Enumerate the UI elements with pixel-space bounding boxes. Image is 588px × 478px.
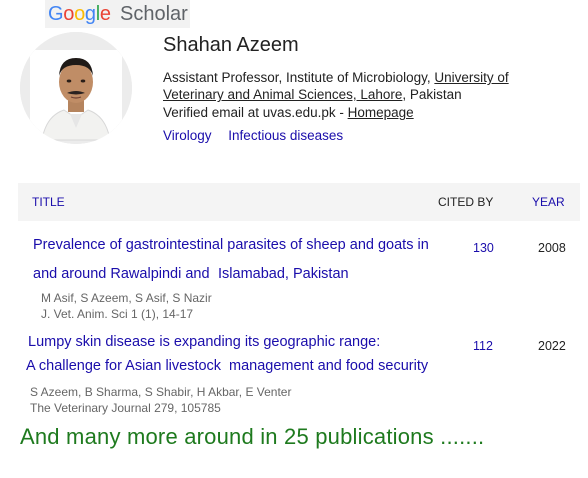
publications-table-header: TITLE CITED BY YEAR xyxy=(18,183,580,221)
publication-journal: J. Vet. Anim. Sci 1 (1), 14-17 xyxy=(41,307,194,321)
affiliation-text: Assistant Professor, Institute of Microb… xyxy=(163,70,435,85)
google-scholar-logo[interactable]: Google Scholar xyxy=(45,0,190,28)
verified-email-text: Verified email at uvas.edu.pk - xyxy=(163,105,348,120)
person-photo-icon xyxy=(20,32,132,144)
logo-letter: G xyxy=(48,3,64,25)
publication-title-line[interactable]: Prevalence of gastrointestinal parasites… xyxy=(33,237,429,253)
cited-by-count[interactable]: 112 xyxy=(473,339,493,353)
interest-link-virology[interactable]: Virology xyxy=(163,128,212,143)
profile-name: Shahan Azeem xyxy=(163,34,299,56)
publication-title-line[interactable]: Islamabad, Pakistan xyxy=(218,266,349,282)
publication-authors: M Asif, S Azeem, S Asif, S Nazir xyxy=(41,291,212,305)
publication-year: 2022 xyxy=(538,339,566,353)
verified-email: Verified email at uvas.edu.pk - Homepage xyxy=(163,105,414,120)
publications-count-note: And many more around in 25 publications … xyxy=(20,424,485,449)
publication-title-line[interactable]: A challenge for Asian livestock xyxy=(26,358,221,374)
sort-by-title-header[interactable]: TITLE xyxy=(32,195,65,209)
logo-letter: e xyxy=(99,3,111,25)
publication-title-line[interactable]: and around Rawalpindi and xyxy=(33,266,210,282)
publication-title-line[interactable]: Lumpy skin disease is expanding its geog… xyxy=(28,334,380,350)
interest-link-infectious-diseases[interactable]: Infectious diseases xyxy=(228,128,343,143)
homepage-link[interactable]: Homepage xyxy=(348,105,414,120)
profile-affiliation: Assistant Professor, Institute of Microb… xyxy=(163,69,543,103)
cited-by-count[interactable]: 130 xyxy=(473,241,494,255)
logo-letter: o xyxy=(74,3,85,25)
cited-by-header[interactable]: CITED BY xyxy=(438,195,493,209)
publication-title-line[interactable]: management and food security xyxy=(229,358,428,374)
logo-scholar-word: Scholar xyxy=(120,3,188,25)
sort-by-year-header[interactable]: YEAR xyxy=(532,195,565,209)
affiliation-suffix: , Pakistan xyxy=(402,87,462,102)
publication-year: 2008 xyxy=(538,241,566,255)
publication-authors: S Azeem, B Sharma, S Shabir, H Akbar, E … xyxy=(30,385,292,399)
profile-avatar[interactable] xyxy=(20,32,132,144)
research-interests: Virology Infectious diseases xyxy=(163,128,356,143)
logo-letter: g xyxy=(84,3,96,25)
logo-letter: o xyxy=(63,3,75,25)
publication-journal: The Veterinary Journal 279, 105785 xyxy=(30,401,221,415)
